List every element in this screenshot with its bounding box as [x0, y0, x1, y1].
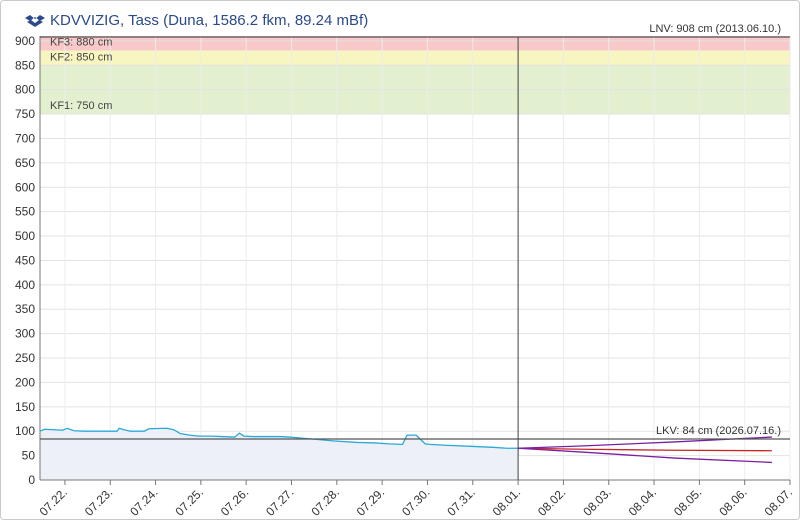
x-tick-label: 07.29.: [354, 485, 387, 518]
x-tick-label: 07.28.: [308, 485, 341, 518]
band-1: [40, 50, 790, 66]
y-tick-label: 0: [28, 473, 35, 487]
x-tick-label: 07.24.: [127, 485, 160, 518]
y-tick-label: 850: [15, 58, 35, 72]
band-label-1: KF2: 850 cm: [50, 51, 112, 63]
band-label-0: KF3: 880 cm: [50, 37, 112, 49]
y-tick-label: 50: [22, 449, 36, 463]
y-tick-label: 400: [15, 278, 35, 292]
x-tick-label: 07.22.: [37, 485, 70, 518]
lnv-label: LNV: 908 cm (2013.06.10.): [649, 23, 781, 35]
threshold-bands: [40, 36, 790, 115]
x-tick-label: 08.06.: [716, 485, 749, 518]
y-tick-label: 900: [15, 34, 35, 48]
x-tick-label: 07.26.: [218, 485, 251, 518]
y-tick-label: 100: [15, 424, 35, 438]
x-tick-label: 07.31.: [444, 485, 477, 518]
y-tick-label: 250: [15, 351, 35, 365]
y-tick-label: 600: [15, 180, 35, 194]
water-level-chart: 0 50 100 150 200 250 300 350 400 450 500 550 600 650 7…: [15, 23, 795, 519]
x-tick-label: 08.02.: [535, 485, 568, 518]
y-tick-label: 350: [15, 302, 35, 316]
y-tick-label: 800: [15, 83, 35, 97]
x-tick-label: 07.27.: [263, 485, 296, 518]
x-tick-label: 08.03.: [580, 485, 613, 518]
x-tick-label: 08.07.: [762, 485, 795, 518]
y-tick-label: 300: [15, 327, 35, 341]
band-0: [40, 36, 790, 51]
y-tick-label: 200: [15, 375, 35, 389]
y-tick-label: 700: [15, 131, 35, 145]
band-label-2: KF1: 750 cm: [50, 100, 112, 112]
y-tick-label: 550: [15, 205, 35, 219]
x-tick-label: 08.01.: [490, 485, 523, 518]
y-tick-label: 150: [15, 400, 35, 414]
x-tick-label: 07.23.: [82, 485, 115, 518]
x-tick-label: 07.25.: [172, 485, 205, 518]
y-axis: 0 50 100 150 200 250 300 350 400 450 500 550 600 650 7…: [15, 34, 41, 487]
x-tick-label: 08.05.: [671, 485, 704, 518]
x-tick-label: 07.30.: [399, 485, 432, 518]
y-tick-label: 650: [15, 156, 35, 170]
x-axis: 07.22. 07.23. 07.24. 07.25. 07.26. 07.27. 07.2…: [37, 479, 795, 519]
y-tick-label: 450: [15, 253, 35, 267]
y-tick-label: 500: [15, 229, 35, 243]
y-tick-label: 750: [15, 107, 35, 121]
x-tick-label: 08.04.: [626, 485, 659, 518]
lkv-label: LKV: 84 cm (2026.07.16.): [656, 425, 781, 437]
